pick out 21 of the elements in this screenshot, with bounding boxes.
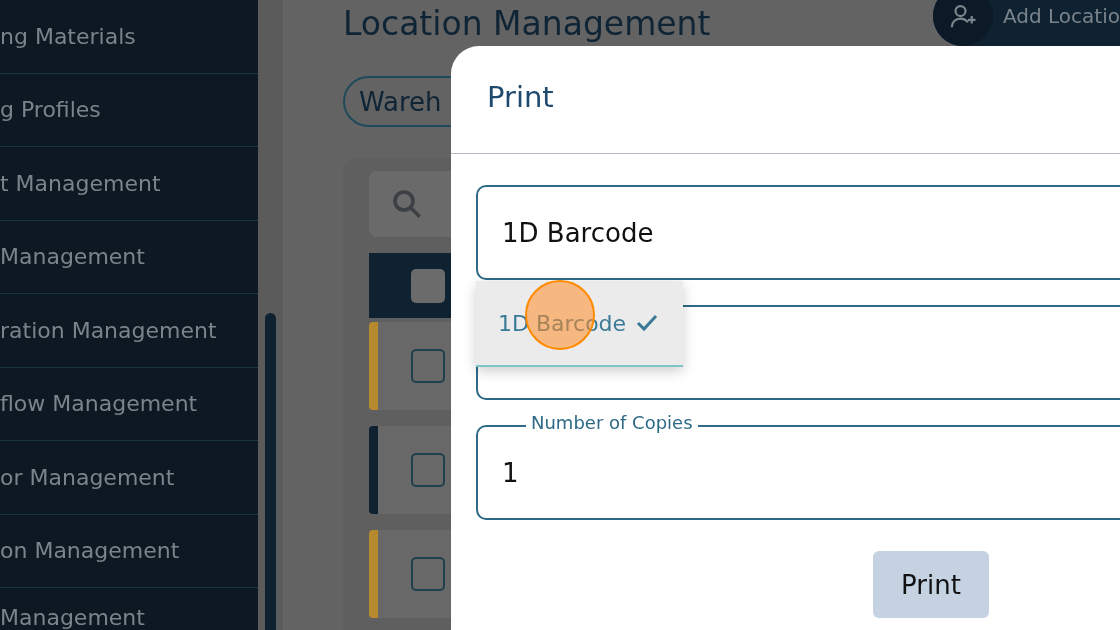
sidebar-item[interactable]: ng Materials	[0, 23, 136, 49]
field-label: Number of Copies	[526, 412, 698, 433]
sidebar-item[interactable]: Management	[0, 605, 145, 630]
checkbox[interactable]	[411, 349, 445, 383]
sidebar-item[interactable]: t Management	[0, 170, 161, 196]
dialog-title: Print	[451, 46, 1120, 154]
scrollbar-thumb[interactable]	[265, 313, 276, 630]
sidebar-item[interactable]: on Management	[0, 538, 180, 564]
barcode-select[interactable]: 1D Barcode	[476, 185, 1120, 280]
sidebar-item[interactable]: Management	[0, 244, 145, 270]
check-icon	[636, 314, 659, 332]
sidebar-item[interactable]: ration Management	[0, 317, 217, 343]
sidebar-item[interactable]: flow Management	[0, 391, 198, 417]
checkbox[interactable]	[411, 557, 445, 591]
sidebar-item[interactable]: or Management	[0, 464, 175, 490]
sidebar-item[interactable]: g Profiles	[0, 97, 101, 123]
print-button[interactable]: Print	[873, 551, 989, 618]
add-location-button[interactable]: Add Locatio	[933, 0, 1120, 46]
checkbox[interactable]	[411, 453, 445, 487]
page-title: Location Management	[343, 3, 711, 43]
checkbox[interactable]	[411, 268, 445, 303]
